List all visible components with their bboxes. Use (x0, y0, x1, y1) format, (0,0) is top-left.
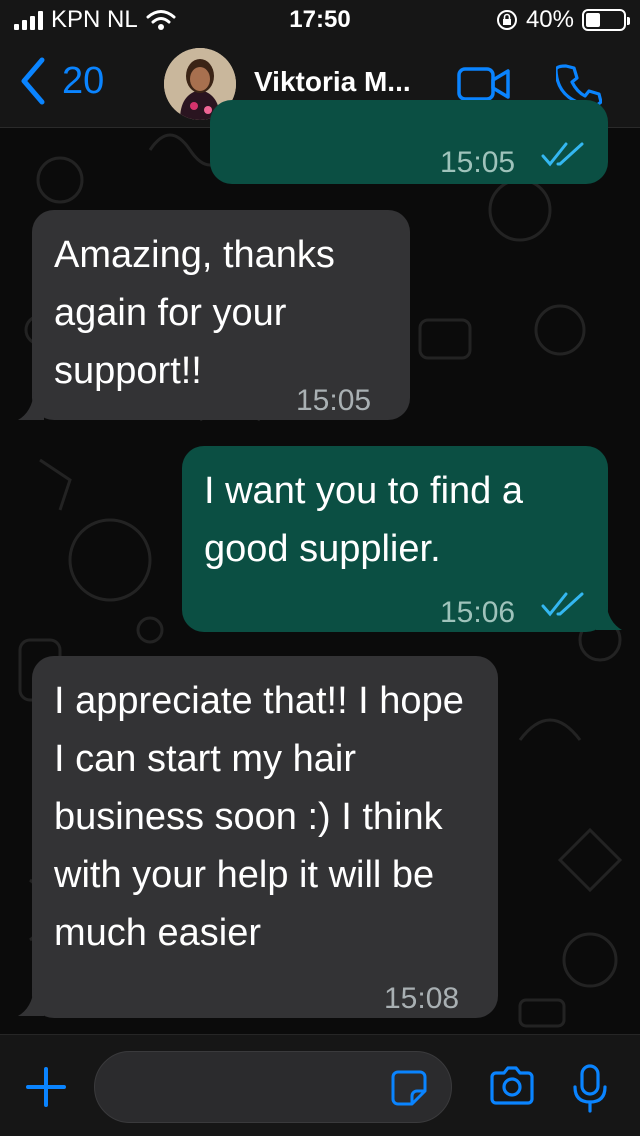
bubble-tail (18, 392, 44, 420)
video-call-icon (457, 67, 510, 101)
message-text: I want you to find a good supplier. (204, 470, 523, 570)
sticker-button[interactable] (390, 1069, 428, 1112)
plus-icon (26, 1067, 66, 1107)
unread-count: 20 (62, 59, 105, 102)
status-right: 40% (496, 6, 630, 34)
message-bubble-outgoing[interactable]: I want you to find a good supplier. 15:0… (182, 446, 608, 632)
message-time: 15:05 (440, 146, 516, 179)
read-receipt-icon (541, 592, 584, 617)
bubble-tail (18, 988, 44, 1016)
chat-screen: KPN NL 17:50 40% 20 Viktoria M... 15:05 … (0, 0, 640, 1136)
microphone-icon (573, 1064, 607, 1113)
status-bar: KPN NL 17:50 40% (0, 0, 640, 42)
message-bubble-incoming[interactable]: I appreciate that!! I hope I can start m… (32, 656, 498, 1018)
battery-percent: 40% (525, 6, 574, 33)
battery-icon (582, 9, 630, 31)
message-time: 15:08 (384, 982, 460, 1015)
contact-name[interactable]: Viktoria M... (254, 66, 411, 98)
voice-message-button[interactable] (570, 1063, 610, 1120)
back-button[interactable]: 20 (18, 56, 104, 106)
message-bubble-incoming[interactable]: Amazing, thanks again for your support!!… (32, 210, 410, 420)
bubble-tail (596, 602, 622, 630)
rotation-lock-icon (496, 10, 517, 30)
sticker-icon (391, 1070, 427, 1106)
message-composer (0, 1034, 640, 1136)
read-receipt-icon (541, 142, 584, 167)
attach-button[interactable] (24, 1065, 68, 1114)
battery-level (586, 13, 601, 27)
message-text: I appreciate that!! I hope I can start m… (54, 680, 464, 954)
message-bubble-outgoing[interactable]: 15:05 (210, 100, 608, 184)
camera-button[interactable] (488, 1065, 536, 1112)
message-time: 15:05 (296, 384, 372, 417)
message-time: 15:06 (440, 596, 516, 629)
back-chevron-icon (21, 57, 45, 105)
camera-icon (490, 1066, 534, 1105)
